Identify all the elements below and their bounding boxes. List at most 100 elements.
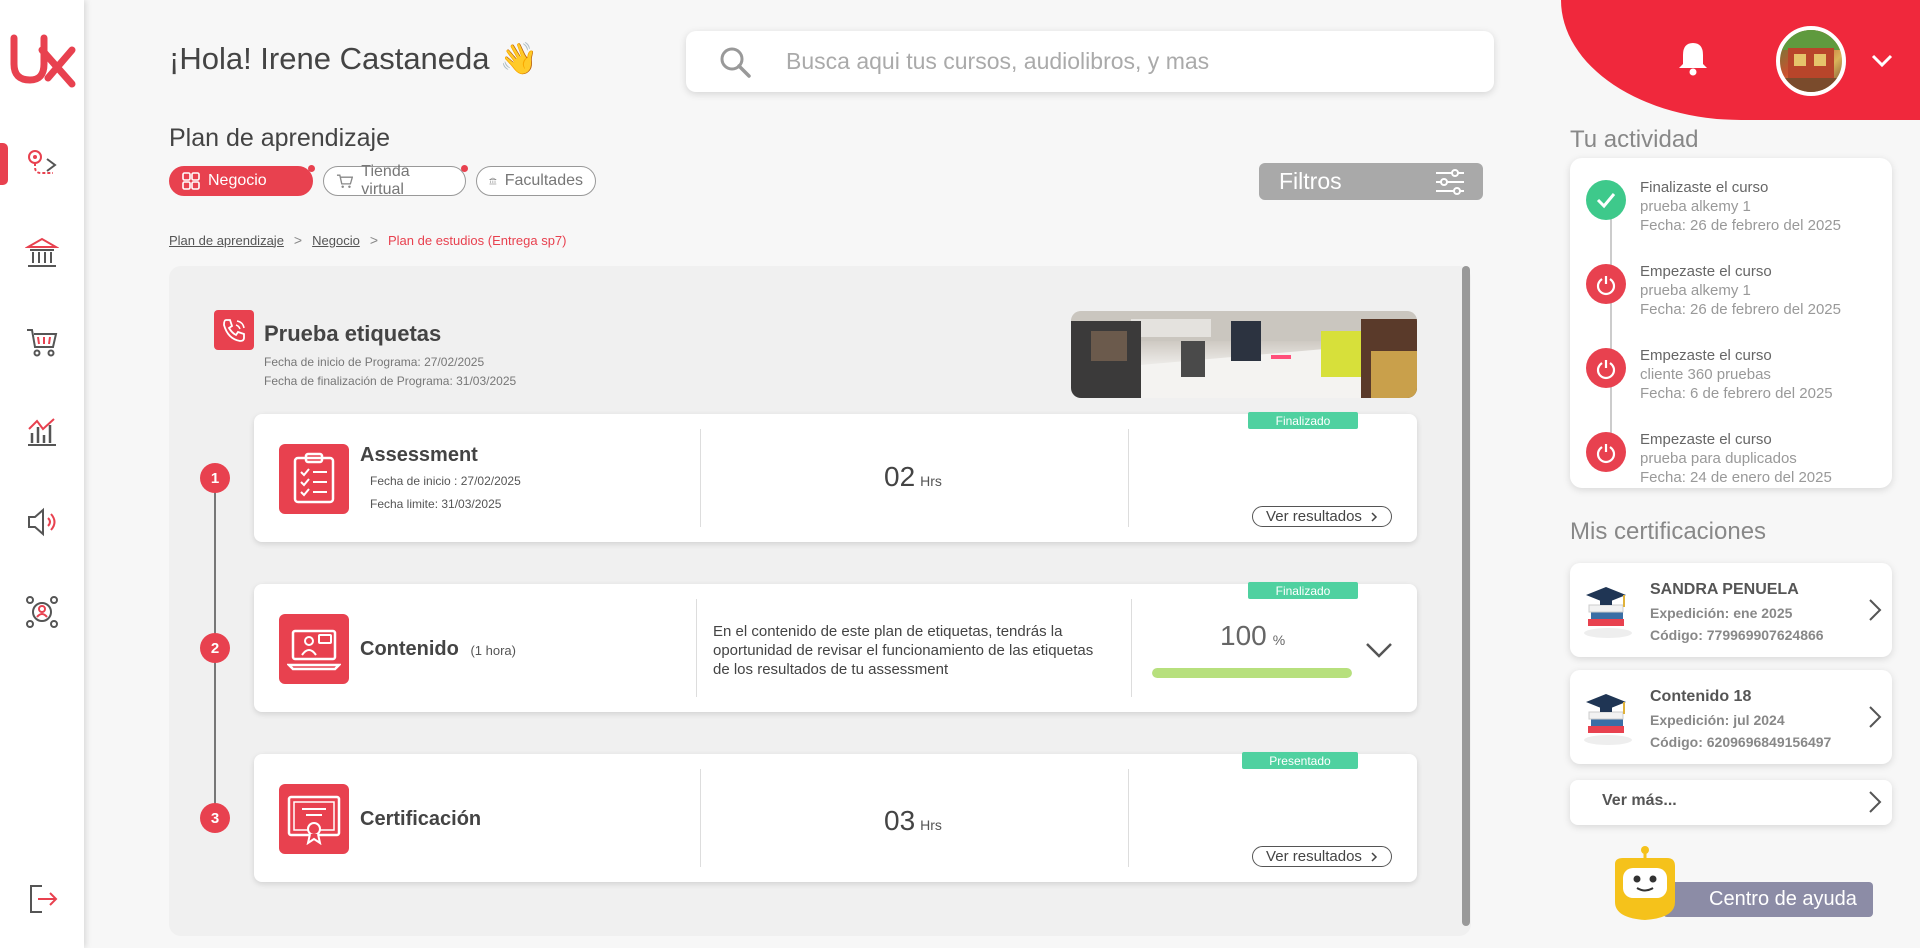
divider (1128, 769, 1129, 867)
notification-dot (308, 165, 315, 172)
sidebar-item-audio[interactable] (0, 497, 84, 547)
view-results-button[interactable]: Ver resultados (1252, 506, 1392, 527)
hours-value: 02 (884, 461, 916, 492)
breadcrumb-item[interactable]: Plan de aprendizaje (169, 233, 284, 248)
activity-course: prueba alkemy 1 (1640, 198, 1751, 215)
help-label: Centro de ayuda (1663, 882, 1873, 917)
power-icon (1586, 348, 1626, 388)
activity-course: prueba para duplicados (1640, 450, 1797, 467)
ux-logo[interactable] (10, 32, 78, 88)
speaker-icon (28, 507, 56, 537)
certification-issued: Expedición: jul 2024 (1650, 712, 1785, 728)
divider (696, 599, 697, 697)
sliders-icon (1436, 168, 1464, 195)
robot-assistant-icon (1615, 846, 1675, 920)
certifications-title: Mis certificaciones (1570, 518, 1767, 545)
help-center-button[interactable]: Centro de ayuda (1605, 846, 1873, 936)
progress-fill (1152, 668, 1352, 678)
greeting-text: ¡Hola! Irene Castaneda (169, 40, 490, 76)
notification-dot (461, 165, 468, 172)
step-title: Contenido (360, 638, 459, 660)
step-card-contenido: Finalizado Contenido (1 hora) En el cont… (254, 582, 1417, 712)
power-icon (1586, 432, 1626, 472)
chevron-down-icon[interactable] (1364, 640, 1394, 660)
chevron-right-icon (1869, 791, 1882, 813)
chevron-down-icon[interactable] (1870, 50, 1894, 70)
bell-icon[interactable] (1677, 40, 1709, 76)
activity-action: Empezaste el curso (1640, 263, 1772, 280)
wave-icon: 👋 (499, 41, 539, 76)
certification-name: SANDRA PENUELA (1650, 581, 1799, 598)
certificate-icon (279, 784, 349, 854)
button-label: Ver resultados (1266, 848, 1362, 865)
laptop-user-icon (279, 614, 349, 684)
scrollbar[interactable] (1462, 266, 1470, 926)
sidebar-item-network[interactable] (0, 587, 84, 637)
step-hours: 02 Hrs (884, 461, 942, 493)
breadcrumb-item[interactable]: Negocio (312, 233, 360, 248)
activity-item[interactable]: Empezaste el curso cliente 360 pruebas F… (1586, 347, 1886, 418)
program-title: Prueba etiquetas (264, 321, 442, 346)
breadcrumb-separator-icon: > (369, 232, 378, 248)
activity-action: Empezaste el curso (1640, 347, 1772, 364)
certification-card[interactable]: Contenido 18 Expedición: jul 2024 Código… (1570, 670, 1892, 764)
chip-label: Negocio (208, 172, 267, 189)
search-bar[interactable] (686, 31, 1494, 92)
check-icon (1586, 180, 1626, 220)
chart-icon (28, 418, 56, 446)
step-card-assessment: Finalizado Assessment Fecha de inicio : … (254, 412, 1417, 542)
breadcrumb-current: Plan de estudios (Entrega sp7) (388, 232, 567, 248)
chip-tienda-virtual[interactable]: Tienda virtual (323, 163, 468, 198)
search-input[interactable] (786, 48, 1466, 75)
program-image (1071, 311, 1417, 398)
filters-label: Filtros (1279, 168, 1342, 194)
sidebar-item-stats[interactable] (0, 407, 84, 457)
status-badge: Finalizado (1248, 412, 1358, 429)
step-percent: 100 % (1220, 620, 1285, 652)
step-hours: 03 Hrs (884, 805, 942, 837)
activity-item[interactable]: Empezaste el curso prueba para duplicado… (1586, 431, 1886, 488)
sidebar-item-institution[interactable] (0, 228, 84, 278)
progress-bar (1152, 668, 1352, 678)
see-more-button[interactable]: Ver más... (1570, 780, 1892, 825)
activity-date: Fecha: 24 de enero del 2025 (1640, 469, 1832, 486)
chip-negocio[interactable]: Negocio (169, 165, 315, 196)
hours-unit: Hrs (920, 817, 942, 833)
step-description: En el contenido de este plan de etiqueta… (713, 623, 1094, 678)
percent-value: 100 (1220, 620, 1267, 651)
step-title-row: Contenido (1 hora) (360, 638, 516, 661)
program-start-date: Fecha de inicio de Programa: 27/02/2025 (264, 355, 485, 369)
chevron-right-icon (1869, 706, 1882, 728)
breadcrumb: Plan de aprendizaje > Negocio > Plan de … (169, 232, 567, 248)
chevron-right-icon (1869, 599, 1882, 621)
chip-facultades[interactable]: Facultades (476, 166, 596, 196)
avatar[interactable] (1776, 26, 1846, 96)
breadcrumb-separator-icon: > (293, 232, 303, 248)
divider (1131, 599, 1132, 697)
step-duration: (1 hora) (470, 643, 516, 658)
activity-item[interactable]: Finalizaste el curso prueba alkemy 1 Fec… (1586, 179, 1886, 250)
view-results-button[interactable]: Ver resultados (1252, 846, 1392, 867)
filters-button[interactable]: Filtros (1259, 163, 1483, 200)
graduation-books-icon (1584, 694, 1632, 745)
activity-action: Finalizaste el curso (1640, 179, 1769, 196)
step-number: 1 (200, 463, 230, 493)
sidebar-item-store[interactable] (0, 317, 84, 367)
graduation-books-icon (1584, 587, 1632, 638)
phone-icon (214, 310, 254, 350)
certification-card[interactable]: SANDRA PENUELA Expedición: ene 2025 Códi… (1570, 563, 1892, 657)
chevron-right-icon (1371, 851, 1377, 862)
program-end-date: Fecha de finalización de Programa: 31/03… (264, 374, 517, 388)
chip-label: Facultades (504, 172, 583, 189)
logout-icon[interactable] (26, 882, 60, 916)
greeting: ¡Hola! Irene Castaneda 👋 (169, 40, 538, 77)
step-card-certificacion: Presentado Certificación 03 Hrs Ver resu… (254, 752, 1417, 882)
sidebar-item-learning-path[interactable] (0, 139, 84, 189)
network-icon (26, 596, 58, 628)
activity-date: Fecha: 26 de febrero del 2025 (1640, 217, 1841, 234)
divider (1128, 429, 1129, 527)
step-number: 2 (200, 633, 230, 663)
clipboard-icon (279, 444, 349, 514)
button-label: Ver resultados (1266, 508, 1362, 525)
activity-item[interactable]: Empezaste el curso prueba alkemy 1 Fecha… (1586, 263, 1886, 334)
